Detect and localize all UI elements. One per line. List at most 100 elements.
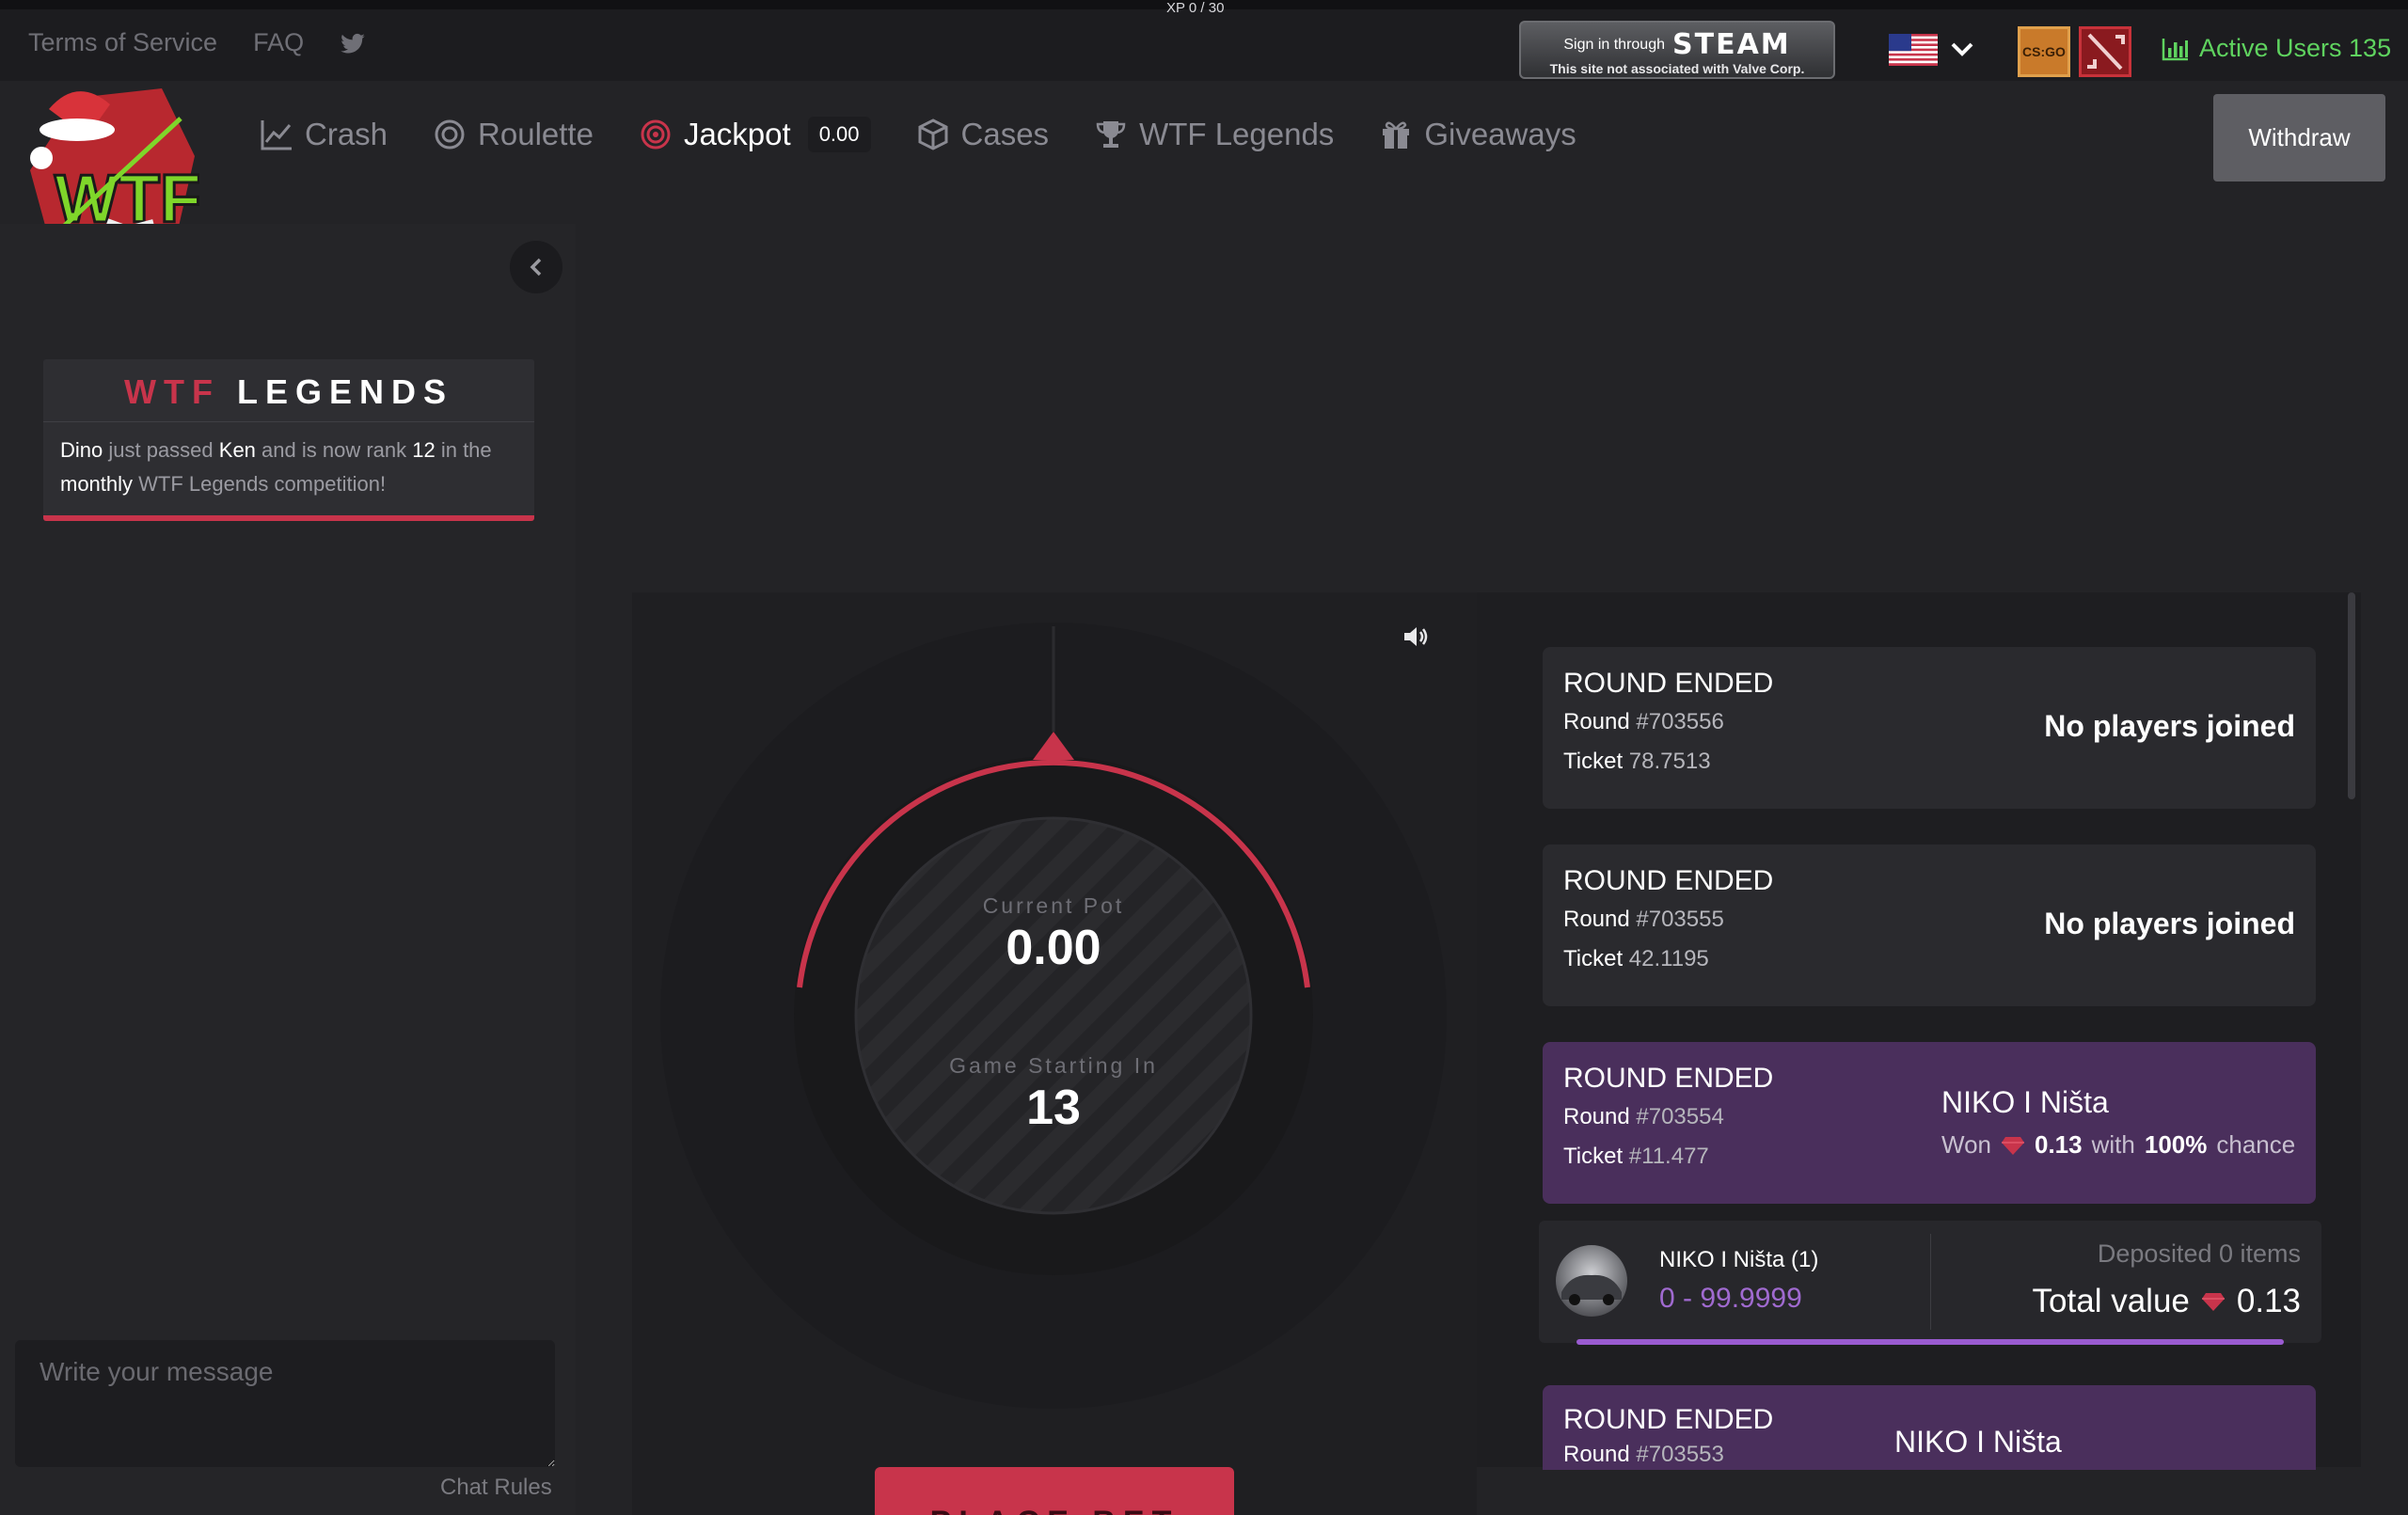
- round-won-info: Won 0.13 with 100% chance: [1941, 1130, 2295, 1160]
- active-users-label: Active Users 135: [2199, 34, 2392, 62]
- legends-rank: 12: [412, 438, 436, 462]
- ticket-range: 0 - 99.9999: [1659, 1283, 1802, 1314]
- legends-title-legends: LEGENDS: [236, 372, 453, 411]
- nav-giveaways-label: Giveaways: [1424, 117, 1576, 151]
- round-winner: NIKO I Ništa: [1894, 1425, 2062, 1459]
- nav-giveaways[interactable]: Giveaways: [1379, 117, 1576, 152]
- round-ticket-value: 42.1195: [1628, 946, 1709, 971]
- legends-message: Dino just passed Ken and is now rank 12 …: [43, 422, 534, 513]
- round-ticket-label: Ticket: [1563, 1144, 1629, 1169]
- game-starting-countdown: 13: [1026, 1081, 1081, 1135]
- depositor-name: NIKO I Ništa (1): [1659, 1247, 1819, 1272]
- round-number: Round #703554: [1563, 1104, 1724, 1130]
- nav-wtf-legends-label: WTF Legends: [1139, 117, 1335, 151]
- chart-line-icon: [261, 120, 292, 150]
- win-chance: 100%: [2144, 1130, 2208, 1159]
- round-ticket: Ticket 42.1195: [1563, 946, 1709, 972]
- round-number-label: Round: [1563, 709, 1637, 734]
- round-ticket: Ticket #11.477: [1563, 1144, 1709, 1170]
- legends-text-4: WTF Legends competition!: [133, 472, 387, 496]
- nav-jackpot[interactable]: Jackpot 0.00: [639, 117, 871, 152]
- dota-icon[interactable]: [2079, 26, 2131, 77]
- steam-brand: STEAM: [1672, 28, 1791, 61]
- won-label: Won: [1941, 1130, 1991, 1159]
- chance-label: chance: [2216, 1130, 2296, 1159]
- jackpot-wheel: [660, 623, 1447, 1409]
- round-result: No players joined: [2044, 709, 2295, 743]
- nav-roulette[interactable]: Roulette: [433, 117, 594, 152]
- avatar: [1556, 1245, 1627, 1317]
- legends-player-a: Dino: [60, 438, 103, 462]
- round-card[interactable]: ROUND ENDED Round #703553 NIKO I Ništa: [1543, 1385, 2316, 1470]
- legends-player-b: Ken: [218, 438, 256, 462]
- wtf-legends-card: WTF LEGENDS Dino just passed Ken and is …: [43, 359, 534, 521]
- xp-counter: XP 0 / 30: [1166, 0, 1225, 16]
- deposit-divider: [1930, 1234, 1931, 1330]
- terms-link[interactable]: Terms of Service: [28, 28, 217, 57]
- round-status: ROUND ENDED: [1563, 1063, 1774, 1094]
- bar-chart-icon: [2162, 38, 2188, 60]
- chat-message-input[interactable]: [15, 1340, 555, 1467]
- top-bar: XP 0 / 30 Terms of Service FAQ Sign in t…: [0, 0, 2408, 81]
- deposited-items: Deposited 0 items: [2097, 1239, 2301, 1268]
- nav-crash-label: Crash: [305, 117, 388, 151]
- current-pot-value: 0.00: [1006, 921, 1101, 975]
- cube-icon: [918, 118, 948, 150]
- round-number-value: #703555: [1636, 907, 1724, 932]
- faq-link[interactable]: FAQ: [253, 28, 304, 57]
- round-ticket-label: Ticket: [1563, 749, 1629, 774]
- chat-rules-link[interactable]: Chat Rules: [440, 1475, 552, 1501]
- round-status: ROUND ENDED: [1563, 1404, 1774, 1435]
- total-value-amount: 0.13: [2236, 1283, 2301, 1319]
- round-number: Round #703556: [1563, 709, 1724, 735]
- current-pot-label: Current Pot: [982, 893, 1125, 918]
- round-ticket: Ticket 78.7513: [1563, 749, 1711, 775]
- round-number-value: #703556: [1636, 709, 1724, 734]
- nav-wtf-legends[interactable]: WTF Legends: [1094, 117, 1334, 152]
- round-ticket-label: Ticket: [1563, 946, 1629, 971]
- gem-icon: [2002, 1136, 2024, 1155]
- collapse-sidebar-button[interactable]: [510, 241, 562, 293]
- steam-signin-button[interactable]: Sign in through STEAM This site not assoc…: [1519, 21, 1835, 79]
- round-status: ROUND ENDED: [1563, 865, 1774, 896]
- with-label: with: [2091, 1130, 2135, 1159]
- round-ticket-value: 78.7513: [1628, 749, 1711, 774]
- legends-period: monthly: [60, 472, 134, 496]
- round-card[interactable]: ROUND ENDED Round #703555 Ticket 42.1195…: [1543, 844, 2316, 1006]
- round-number-label: Round: [1563, 1104, 1637, 1129]
- steam-disclaimer: This site not associated with Valve Corp…: [1549, 61, 1805, 76]
- nav-crash[interactable]: Crash: [260, 117, 388, 152]
- legends-text-3: in the: [435, 438, 492, 462]
- trophy-icon: [1096, 121, 1126, 148]
- round-result: No players joined: [2044, 907, 2295, 940]
- active-users: Active Users 135: [2162, 34, 2391, 63]
- round-number: Round #703553: [1563, 1442, 1724, 1468]
- nav-roulette-label: Roulette: [478, 117, 594, 151]
- rounds-scrollbar[interactable]: [2348, 592, 2355, 799]
- total-value-label: Total value: [2032, 1283, 2190, 1319]
- nav-jackpot-label: Jackpot: [683, 117, 791, 151]
- place-bet-button[interactable]: PLACE BET: [875, 1467, 1234, 1515]
- round-number: Round #703555: [1563, 907, 1724, 933]
- game-starting-label: Game Starting In: [949, 1053, 1158, 1078]
- round-card[interactable]: ROUND ENDED Round #703556 Ticket 78.7513…: [1543, 647, 2316, 809]
- legends-text-2: and is now rank: [255, 438, 413, 462]
- deposit-progress-bar: [1576, 1339, 2284, 1345]
- withdraw-button[interactable]: Withdraw: [2213, 94, 2385, 181]
- csgo-icon[interactable]: CS:GO: [2018, 26, 2070, 77]
- volume-icon[interactable]: [1402, 623, 1430, 651]
- round-number-label: Round: [1563, 1442, 1637, 1467]
- round-card[interactable]: ROUND ENDED Round #703554 Ticket #11.477…: [1543, 1042, 2316, 1204]
- nav-cases[interactable]: Cases: [916, 117, 1049, 152]
- steam-line1: Sign in through: [1563, 36, 1665, 53]
- twitter-icon[interactable]: [340, 30, 366, 56]
- deposit-total: Total value 0.13: [2033, 1283, 2301, 1320]
- deposit-row[interactable]: NIKO I Ništa (1) 0 - 99.9999 Deposited 0…: [1539, 1221, 2321, 1343]
- round-ticket-value: #11.477: [1628, 1144, 1709, 1169]
- round-status: ROUND ENDED: [1563, 668, 1774, 699]
- round-number-value: #703554: [1636, 1104, 1724, 1129]
- us-flag-icon[interactable]: [1889, 34, 1938, 66]
- legends-title-wtf: WTF: [123, 372, 220, 411]
- gift-icon: [1383, 121, 1410, 149]
- chevron-down-icon[interactable]: [1949, 38, 1975, 60]
